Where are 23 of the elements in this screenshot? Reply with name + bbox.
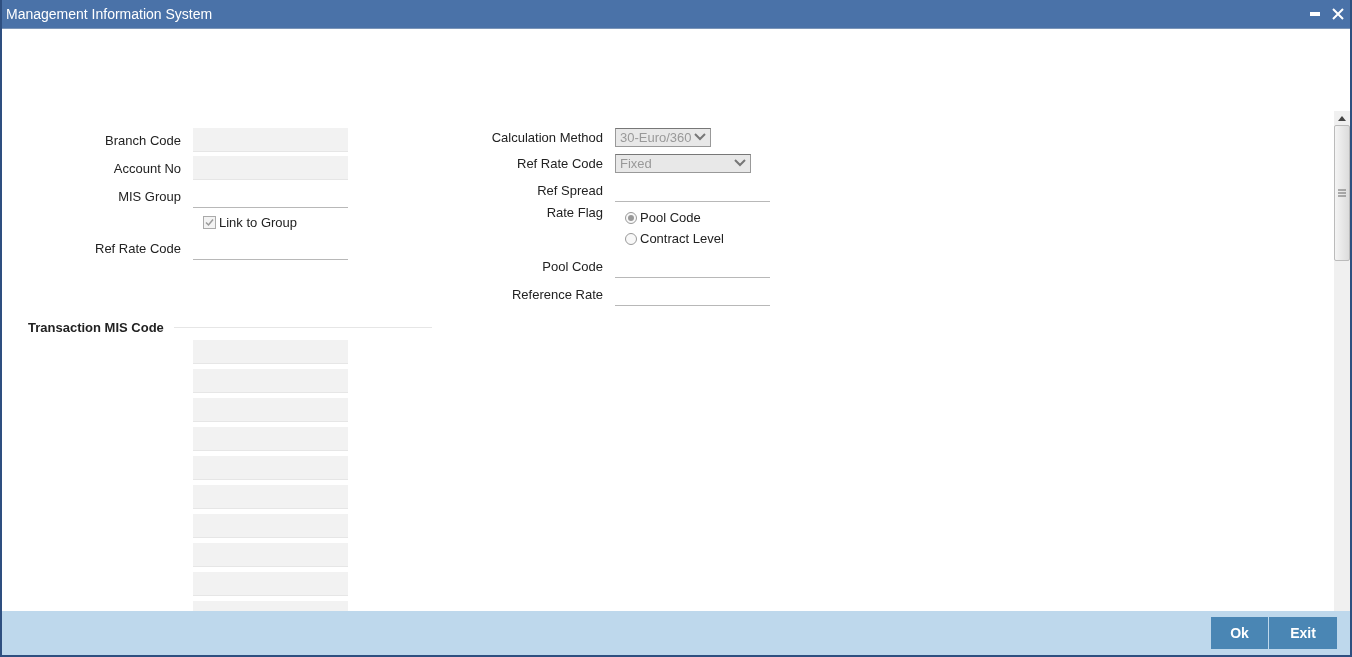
ok-button[interactable]: Ok [1211,617,1268,649]
field-label: Ref Rate Code [94,240,181,256]
radio-button[interactable] [625,232,637,245]
field-label: MIS Group [117,188,181,204]
checkbox-label: Link to Group [219,214,298,230]
field-label: Reference Rate [510,286,603,302]
close-icon[interactable] [1332,8,1344,20]
exit-button[interactable]: Exit [1269,617,1337,649]
grip-icon [1338,189,1346,197]
minimize-icon[interactable] [1310,12,1320,16]
field-label: Calculation Method [490,129,603,145]
field-label: Ref Rate Code [516,155,603,171]
scrollbar[interactable] [1334,111,1350,611]
radio-label: Contract Level [640,231,724,246]
field-label: Branch Code [104,132,181,148]
window-title: Management Information System [6,6,213,22]
field-label: Ref Spread [536,182,603,198]
section-title: Transaction MIS Code [28,320,165,335]
field-label: Rate Flag [545,205,603,220]
field-label: Account No [112,160,181,176]
field-label: Pool Code [541,258,603,274]
radio-label: Pool Code [640,210,701,225]
radio-button[interactable] [625,211,637,224]
